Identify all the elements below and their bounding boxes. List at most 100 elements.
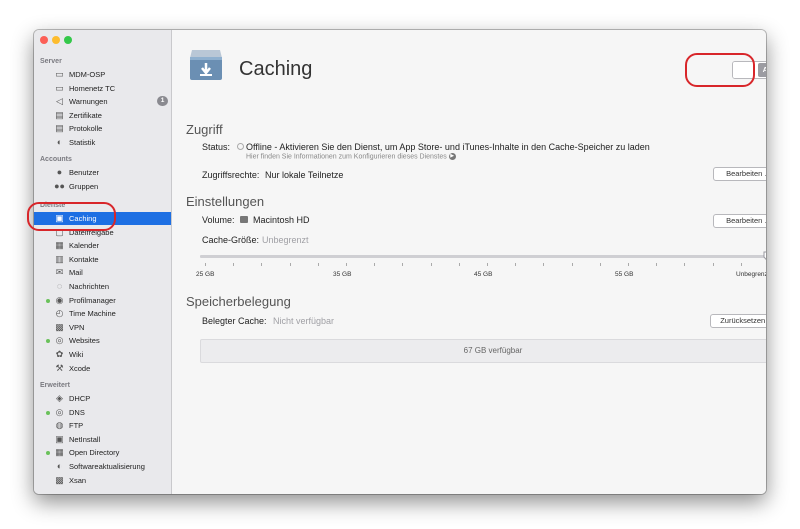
highlight-ring-toggle (685, 53, 755, 87)
section-heading-einstellungen: Einstellungen (186, 194, 265, 209)
slider-tick-label: 35 GB (333, 271, 352, 278)
messages-icon: ◌ (56, 281, 63, 291)
sidebar-section-accounts: Accounts (40, 156, 72, 163)
sidebar-item-xcode[interactable]: ⚒ Xcode (34, 362, 171, 375)
cache-size-label: Cache-Größe: (202, 235, 260, 245)
minimize-button[interactable] (52, 36, 60, 44)
websites-icon: ◎ (55, 335, 64, 345)
sidebar-item-profilmanager[interactable]: ◉ Profilmanager (34, 294, 171, 307)
sidebar-item-label: Gruppen (69, 182, 99, 191)
sidebar-item-gruppen[interactable]: ●● Gruppen (34, 180, 171, 193)
slider-tick (458, 263, 460, 266)
slider-tick (346, 263, 347, 266)
timemachine-icon: ◴ (55, 308, 64, 318)
rights-value: Nur lokale Teilnetze (265, 170, 344, 180)
slider-tick (402, 263, 404, 266)
storage-bar-text: 67 GB verfügbar (463, 346, 523, 355)
section-heading-speicher: Speicherbelegung (186, 294, 291, 309)
cache-size-slider[interactable] (200, 250, 766, 266)
slider-tick (487, 263, 488, 266)
reset-cache-button[interactable]: Zurücksetzen … (710, 314, 766, 328)
highlight-ring-caching (27, 202, 116, 231)
slider-fill (200, 255, 766, 258)
caching-service-icon (188, 48, 224, 82)
sidebar-item-label: Mail (69, 268, 83, 277)
toggle-off-label: AUS (758, 63, 766, 77)
sidebar-item-label: Xcode (69, 364, 91, 373)
sidebar-item-label: Benutzer (69, 168, 100, 177)
sidebar-section-erweitert: Erweitert (40, 382, 70, 389)
edit-access-button[interactable]: Bearbeiten … (713, 167, 766, 181)
service-running-dot (46, 339, 50, 343)
slider-tick (543, 263, 545, 266)
used-cache-value: Nicht verfügbar (273, 316, 335, 326)
sidebar-item-websites[interactable]: ◎ Websites (34, 334, 171, 347)
help-link-text: Hier finden Sie Informationen zum Konfig… (246, 153, 447, 161)
sidebar-item-benutzer[interactable]: ● Benutzer (34, 166, 171, 179)
sidebar-item-netinstall[interactable]: ▣ NetInstall (34, 433, 171, 446)
slider-tick-label: 55 GB (615, 271, 634, 278)
sidebar-item-kontakte[interactable]: ▥ Kontakte (34, 253, 171, 266)
profilemanager-icon: ◉ (55, 295, 64, 305)
slider-thumb[interactable] (763, 250, 766, 262)
notification-badge: 1 (157, 96, 168, 106)
vpn-icon: ▩ (55, 322, 64, 332)
sidebar-item-dhcp[interactable]: ◈ DHCP (34, 392, 171, 405)
softwareupdate-icon: ◐ (56, 461, 63, 471)
help-link[interactable]: Hier finden Sie Informationen zum Konfig… (246, 153, 456, 160)
sidebar-item-statistik[interactable]: ◐ Statistik (34, 136, 171, 149)
sidebar-item-ftp[interactable]: ◍ FTP (34, 419, 171, 432)
ftp-icon: ◍ (55, 420, 64, 430)
sidebar-item-label: Softwareaktualisierung (69, 462, 145, 471)
sidebar-item-protokolle[interactable]: ▤ Protokolle (34, 122, 171, 135)
sidebar-item-softwareaktualisierung[interactable]: ◐ Softwareaktualisierung (34, 460, 171, 473)
sidebar-item-zertifikate[interactable]: ▤ Zertifikate (34, 109, 171, 122)
sidebar-item-nachrichten[interactable]: ◌ Nachrichten (34, 280, 171, 293)
sidebar-item-open-directory[interactable]: ▦ Open Directory (34, 446, 171, 459)
sidebar-item-label: NetInstall (69, 435, 101, 444)
sidebar-item-homenetz-tc[interactable]: ▭ Homenetz TC (34, 82, 171, 95)
zoom-button[interactable] (64, 36, 72, 44)
sidebar-item-label: Xsan (69, 476, 87, 485)
main-content: Caching AUS Zugriff Status: Offline - Ak… (172, 30, 766, 494)
sidebar-item-label: Statistik (69, 138, 96, 147)
sidebar-item-time-machine[interactable]: ◴ Time Machine (34, 307, 171, 320)
sidebar-item-mdm-osp[interactable]: ▭ MDM-OSP (34, 68, 171, 81)
slider-tick (656, 263, 658, 266)
netinstall-icon: ▣ (55, 434, 64, 444)
sidebar-item-vpn[interactable]: ▩ VPN (34, 321, 171, 334)
sidebar-item-xsan[interactable]: ▩ Xsan (34, 474, 171, 487)
slider-tick (430, 263, 432, 266)
service-running-dot (46, 451, 50, 455)
close-button[interactable] (40, 36, 48, 44)
sidebar-item-label: Wiki (69, 350, 84, 359)
sidebar-item-kalender[interactable]: ▦ Kalender (34, 239, 171, 252)
sidebar-item-label: VPN (69, 323, 85, 332)
server-icon: ▭ (55, 69, 64, 79)
sidebar-item-wiki[interactable]: ✿ Wiki (34, 348, 171, 361)
airport-icon: ▭ (55, 83, 64, 93)
sidebar-item-label: Warnungen (69, 97, 108, 106)
sidebar-item-label: Protokolle (69, 124, 103, 133)
sidebar-item-dns[interactable]: ◎ DNS (34, 406, 171, 419)
service-running-dot (46, 411, 50, 415)
sidebar-item-label: Open Directory (69, 448, 120, 457)
sidebar-item-label: Nachrichten (69, 282, 110, 291)
slider-tick (712, 263, 714, 266)
slider-tick (289, 263, 291, 266)
certificate-icon: ▤ (55, 110, 64, 120)
sidebar-item-warnungen[interactable]: ◁ Warnungen 1 (34, 95, 171, 108)
server-app-window: Server ▭ MDM-OSP ▭ Homenetz TC ◁ Warnungen 1 ▤ Ze… (34, 30, 766, 494)
slider-tick (374, 263, 376, 266)
status-indicator-icon (237, 143, 244, 150)
sidebar-item-mail[interactable]: ✉ Mail (34, 266, 171, 279)
status-text: Offline - Aktivieren Sie den Dienst, um … (246, 142, 650, 152)
sidebar-item-label: Kontakte (69, 255, 99, 264)
sidebar-item-label: Kalender (69, 241, 100, 250)
slider-tick (628, 263, 629, 266)
volume-label: Volume: (202, 215, 235, 225)
sidebar-item-label: Profilmanager (69, 296, 116, 305)
edit-volume-button[interactable]: Bearbeiten … (713, 214, 766, 228)
xcode-icon: ⚒ (55, 363, 64, 373)
dhcp-icon: ◈ (56, 393, 63, 403)
